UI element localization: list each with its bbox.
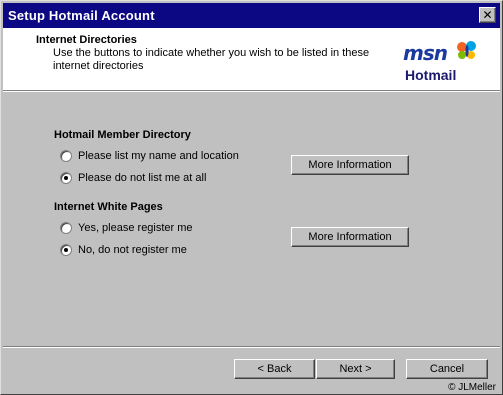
window-title: Setup Hotmail Account <box>8 8 155 23</box>
member-directory-more-info-button[interactable]: More Information <box>291 155 409 175</box>
logo-msn-text: msn <box>403 41 448 65</box>
copyright-text: © JLMeller <box>448 382 496 393</box>
radio-button-selected[interactable] <box>60 172 72 184</box>
close-icon: ✕ <box>482 8 493 22</box>
radio-button-selected[interactable] <box>60 244 72 256</box>
msn-butterfly-icon <box>457 41 476 59</box>
footer-divider <box>3 346 500 348</box>
radio-label: Yes, please register me <box>78 222 193 234</box>
radio-yes-register[interactable]: Yes, please register me <box>60 221 193 235</box>
header-divider <box>3 90 500 92</box>
radio-label: Please do not list me at all <box>78 172 207 184</box>
msn-hotmail-logo: msn Hotmail <box>403 41 483 86</box>
title-bar[interactable]: Setup Hotmail Account ✕ <box>3 3 500 28</box>
logo-hotmail-text: Hotmail <box>405 67 457 83</box>
radio-do-not-list[interactable]: Please do not list me at all <box>60 171 206 185</box>
radio-label: Please list my name and location <box>78 150 239 162</box>
radio-no-register[interactable]: No, do not register me <box>60 243 187 257</box>
member-directory-label: Hotmail Member Directory <box>54 129 191 141</box>
next-button[interactable]: Next > <box>316 359 395 379</box>
white-pages-label: Internet White Pages <box>54 201 163 213</box>
page-title: Internet Directories <box>36 34 137 46</box>
radio-button[interactable] <box>60 150 72 162</box>
header-panel: Internet Directories Use the buttons to … <box>3 28 500 90</box>
white-pages-more-info-button[interactable]: More Information <box>291 227 409 247</box>
page-subtitle: Use the buttons to indicate whether you … <box>53 47 370 72</box>
radio-label: No, do not register me <box>78 244 187 256</box>
cancel-button[interactable]: Cancel <box>406 359 488 379</box>
setup-dialog: Setup Hotmail Account ✕ Internet Directo… <box>0 0 503 395</box>
radio-list-name-location[interactable]: Please list my name and location <box>60 149 239 163</box>
back-button[interactable]: < Back <box>234 359 315 379</box>
radio-button[interactable] <box>60 222 72 234</box>
close-button[interactable]: ✕ <box>479 7 496 23</box>
